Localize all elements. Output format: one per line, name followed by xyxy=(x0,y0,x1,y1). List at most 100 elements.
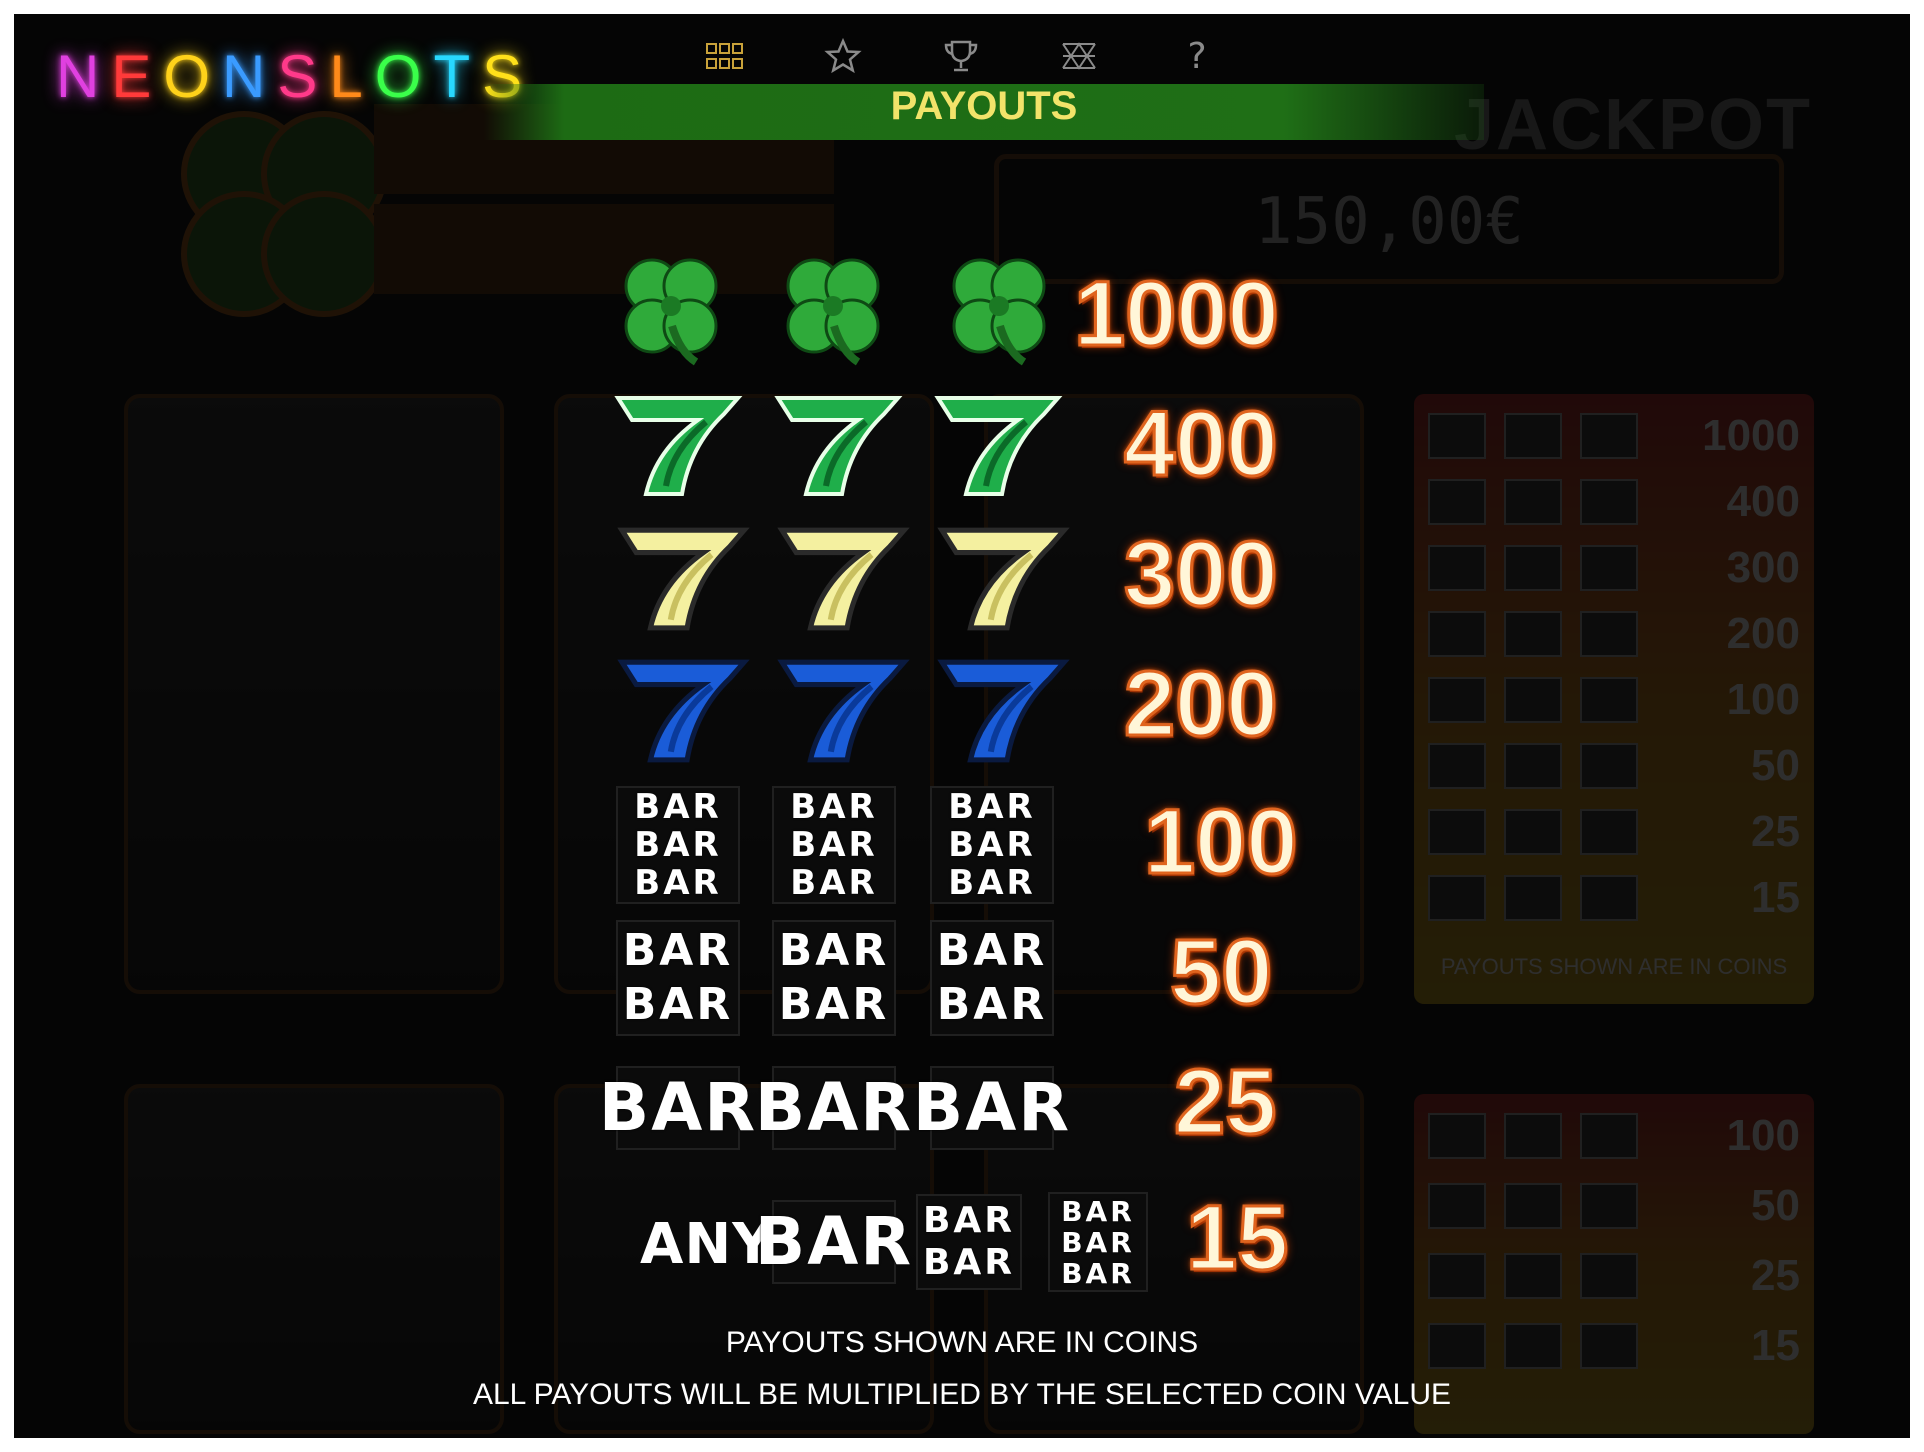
bg-mini-value: 100 xyxy=(1726,1111,1800,1160)
bg-mini-symbol xyxy=(1428,413,1486,459)
double-bar-icon: BAR BAR xyxy=(616,920,740,1036)
bar-label: BAR xyxy=(634,825,722,865)
logo-letter: L xyxy=(329,43,367,110)
bg-mini-symbol xyxy=(1580,611,1638,657)
bg-reel xyxy=(124,394,504,994)
bar-label: BAR xyxy=(1061,1225,1135,1259)
bg-mini-value: 100 xyxy=(1726,675,1800,724)
trophies-button[interactable] xyxy=(940,34,982,78)
blue-seven-icon xyxy=(777,659,910,763)
bg-mini-symbol xyxy=(1580,1113,1638,1159)
payout-value: 100 xyxy=(1143,790,1299,895)
single-bar-icon: BAR xyxy=(913,1066,1069,1150)
bg-mini-symbol xyxy=(1504,677,1562,723)
bg-mini-row: 25 xyxy=(1428,1248,1800,1304)
bg-mini-symbol xyxy=(1428,1253,1486,1299)
triple-bar-icon: BAR BAR BAR xyxy=(930,786,1054,904)
pattern-icon xyxy=(1062,42,1096,70)
bar-label: BAR xyxy=(598,1069,758,1146)
trophy-icon xyxy=(944,40,978,72)
bar-label: BAR xyxy=(778,925,890,976)
yellow-seven-icon xyxy=(777,527,910,631)
yellow-seven-icon xyxy=(937,527,1070,631)
bg-mini-symbol xyxy=(1504,1113,1562,1159)
bar-label: BAR xyxy=(622,925,734,976)
bg-mini-symbols xyxy=(1428,1183,1638,1229)
bg-mini-symbol xyxy=(1504,1183,1562,1229)
payout-note-coins: PAYOUTS SHOWN ARE IN COINS xyxy=(725,1326,1199,1359)
bg-mini-value: 25 xyxy=(1751,807,1800,856)
bg-mini-symbol xyxy=(1504,809,1562,855)
bg-mini-symbol xyxy=(1580,677,1638,723)
bg-mini-symbol xyxy=(1428,479,1486,525)
payout-value: 300 xyxy=(1123,522,1279,627)
bar-label: BAR xyxy=(754,1203,914,1280)
top-nav: ? xyxy=(704,34,1218,78)
bg-mini-row: 50 xyxy=(1428,1178,1800,1234)
bar-label: BAR xyxy=(1061,1194,1135,1228)
menu-grid-button[interactable] xyxy=(704,34,746,78)
single-bar-icon: BAR xyxy=(599,1066,755,1150)
bar-label: BAR xyxy=(948,787,1036,827)
bg-mini-symbol xyxy=(1504,875,1562,921)
bg-mini-value: 400 xyxy=(1726,477,1800,526)
bar-label: BAR xyxy=(1061,1256,1135,1290)
payout-value: 400 xyxy=(1123,392,1279,497)
bg-mini-row: 300 xyxy=(1428,540,1800,596)
double-bar-icon: BAR BAR xyxy=(772,920,896,1036)
bg-mini-row: 15 xyxy=(1428,870,1800,926)
logo-letter: S xyxy=(277,43,322,110)
bg-mini-symbol xyxy=(1504,545,1562,591)
bg-mini-symbol xyxy=(1428,1183,1486,1229)
bg-mini-value: 15 xyxy=(1751,873,1800,922)
bar-label: BAR xyxy=(922,1242,1016,1283)
triple-bar-icon: BAR BAR BAR xyxy=(1048,1192,1148,1292)
grid-icon xyxy=(706,43,743,69)
settings-button[interactable] xyxy=(1058,34,1100,78)
logo-letter: O xyxy=(163,43,215,110)
bg-mini-value: 50 xyxy=(1751,1181,1800,1230)
logo-letter: O xyxy=(374,43,426,110)
single-bar-icon: BAR xyxy=(755,1200,911,1284)
bar-label: BAR xyxy=(948,825,1036,865)
bar-label: BAR xyxy=(790,863,878,903)
bg-mini-symbol xyxy=(1428,875,1486,921)
favorites-button[interactable] xyxy=(822,34,864,78)
bg-mini-row: 100 xyxy=(1428,1108,1800,1164)
bg-mini-paytable: 1000 400 300 200 100 50 25 15 PAYOUTS SHOWN ARE … xyxy=(1414,394,1814,1004)
green-seven-icon xyxy=(614,396,743,496)
bar-label: BAR xyxy=(912,1069,1072,1146)
bg-mini-symbols xyxy=(1428,611,1638,657)
payout-value: 25 xyxy=(1172,1050,1277,1155)
blue-seven-icon xyxy=(617,659,750,763)
bar-label: BAR xyxy=(790,825,878,865)
bg-mini-value: 25 xyxy=(1751,1251,1800,1300)
bar-label: BAR xyxy=(634,863,722,903)
bar-label: BAR xyxy=(778,979,890,1030)
bg-mini-symbols xyxy=(1428,479,1638,525)
bg-mini-symbols xyxy=(1428,413,1638,459)
logo-letter: T xyxy=(433,43,475,110)
bg-mini-row: 400 xyxy=(1428,474,1800,530)
yellow-seven-icon xyxy=(617,527,750,631)
payout-value: 50 xyxy=(1168,920,1273,1025)
bg-mini-symbol xyxy=(1580,1253,1638,1299)
bg-mini-row: 200 xyxy=(1428,606,1800,662)
payout-value: 200 xyxy=(1123,652,1279,757)
bar-label: BAR xyxy=(790,787,878,827)
payouts-title-bar: PAYOUTS xyxy=(484,84,1484,140)
double-bar-icon: BAR BAR xyxy=(916,1194,1022,1290)
bar-label: BAR xyxy=(622,979,734,1030)
bg-mini-symbols xyxy=(1428,875,1638,921)
help-button[interactable]: ? xyxy=(1176,34,1218,78)
bg-mini-symbol xyxy=(1580,413,1638,459)
bg-mini-value: 50 xyxy=(1751,741,1800,790)
bg-mini-value: 300 xyxy=(1726,543,1800,592)
bg-mini-symbol xyxy=(1504,479,1562,525)
single-bar-icon: BAR xyxy=(755,1066,911,1150)
bg-mini-symbol xyxy=(1428,611,1486,657)
payout-value: 15 xyxy=(1184,1186,1289,1291)
bg-mini-symbols xyxy=(1428,809,1638,855)
triple-bar-icon: BAR BAR BAR xyxy=(616,786,740,904)
game-frame: JACKPOT 150,00€ 1000 400 300 200 100 50 25 15 PA… xyxy=(14,14,1910,1438)
